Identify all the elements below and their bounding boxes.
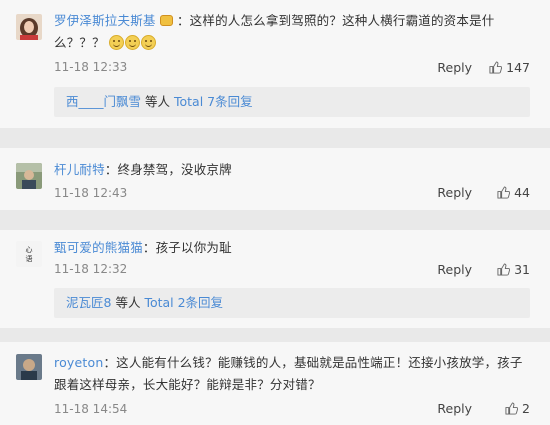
- sub-reply-mid: 等人: [145, 94, 171, 109]
- thumbs-up-icon: [497, 263, 511, 276]
- reply-button[interactable]: Reply: [437, 185, 472, 200]
- like-count: 44: [514, 185, 530, 200]
- comment-username[interactable]: 罗伊泽斯拉夫斯基: [54, 13, 156, 28]
- sub-reply-users[interactable]: 泥瓦匠8: [66, 295, 111, 310]
- avatar[interactable]: [16, 163, 42, 189]
- thumbs-up-icon: [489, 61, 503, 74]
- svg-text:心: 心: [26, 246, 33, 254]
- smiley-icon: [109, 35, 124, 50]
- comment-time: 11-18 12:43: [54, 186, 128, 200]
- comment-text: 杆儿耐特：终身禁驾，没收京牌: [54, 159, 532, 181]
- svg-text:语: 语: [26, 254, 33, 263]
- sub-reply-total[interactable]: Total 7条回复: [174, 94, 253, 109]
- sub-reply-total[interactable]: Total 2条回复: [144, 295, 223, 310]
- comment-card: royeton：这人能有什么钱？能赚钱的人，基础就是品性端正！还接小孩放学，孩子…: [0, 342, 550, 425]
- comment-time: 11-18 12:33: [54, 60, 128, 74]
- reply-button[interactable]: Reply: [437, 401, 472, 416]
- sub-reply-mid: 等人: [115, 295, 141, 310]
- avatar[interactable]: [16, 354, 42, 380]
- like-button[interactable]: 31: [497, 262, 530, 277]
- comment-body: ：终身禁驾，没收京牌: [104, 162, 232, 177]
- comment-body-cont: 么？？？: [54, 35, 105, 50]
- comment-body: ：这样的人怎么拿到驾照的？这种人横行霸道的资本是什: [176, 13, 495, 28]
- thumbs-up-icon: [497, 186, 511, 199]
- reply-button[interactable]: Reply: [437, 262, 472, 277]
- comment-username[interactable]: 杆儿耐特: [54, 162, 105, 177]
- comment-card: 心语 甄可爱的熊猫猫：孩子以你为耻 11-18 12:32 Reply 31 泥…: [0, 230, 550, 328]
- comment-text: royeton：这人能有什么钱？能赚钱的人，基础就是品性端正！还接小孩放学，孩子…: [54, 352, 532, 396]
- like-button[interactable]: 44: [497, 185, 530, 200]
- thumbs-up-icon: [505, 402, 519, 415]
- sub-replies-box[interactable]: 西____门飘雪 等人 Total 7条回复: [54, 87, 530, 117]
- avatar[interactable]: [16, 14, 42, 40]
- like-button[interactable]: 147: [489, 60, 530, 75]
- smiley-icon: [125, 35, 140, 50]
- emoji-icon: [159, 15, 173, 26]
- divider: [0, 128, 550, 148]
- comment-username[interactable]: 甄可爱的熊猫猫: [54, 240, 143, 255]
- comment-username[interactable]: royeton: [54, 355, 103, 370]
- comment-body: ：这人能有什么钱？能赚钱的人，基础就是品性端正！还接小孩放学，孩子: [103, 355, 523, 370]
- comment-body: ：孩子以你为耻: [142, 240, 232, 255]
- comment-time: 11-18 12:32: [54, 262, 128, 276]
- smiley-icon: [141, 35, 156, 50]
- comment-text: 罗伊泽斯拉夫斯基 ：这样的人怎么拿到驾照的？这种人横行霸道的资本是什 么？？？: [54, 10, 532, 54]
- comment-card: 杆儿耐特：终身禁驾，没收京牌 11-18 12:43 Reply 44: [0, 148, 550, 210]
- comment-card: 罗伊泽斯拉夫斯基 ：这样的人怎么拿到驾照的？这种人横行霸道的资本是什 么？？？ …: [0, 0, 550, 128]
- avatar[interactable]: 心语: [16, 241, 42, 267]
- divider: [0, 210, 550, 230]
- reply-button[interactable]: Reply: [437, 60, 472, 75]
- sub-replies-box[interactable]: 泥瓦匠8 等人 Total 2条回复: [54, 288, 530, 318]
- sub-reply-users[interactable]: 西____门飘雪: [66, 94, 141, 109]
- like-count: 31: [514, 262, 530, 277]
- like-button[interactable]: 2: [505, 401, 530, 416]
- divider: [0, 328, 550, 342]
- comment-body-cont: 跟着这样母亲，长大能好？能辩是非？分对错？: [54, 377, 321, 392]
- comment-time: 11-18 14:54: [54, 402, 128, 416]
- like-count: 147: [506, 60, 530, 75]
- comment-text: 甄可爱的熊猫猫：孩子以你为耻: [54, 237, 532, 259]
- like-count: 2: [522, 401, 530, 416]
